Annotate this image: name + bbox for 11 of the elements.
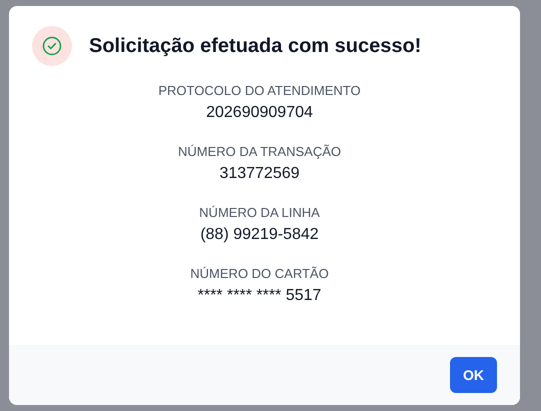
success-icon bbox=[32, 26, 72, 66]
field-value: **** **** **** 5517 bbox=[198, 286, 322, 306]
field-value: 202690909704 bbox=[206, 103, 313, 123]
field-value: (88) 99219-5842 bbox=[200, 225, 319, 245]
field-label: PROTOCOLO DO ATENDIMENTO bbox=[158, 82, 361, 100]
field-label: NÚMERO DO CARTÃO bbox=[190, 265, 329, 283]
field-label: NÚMERO DA LINHA bbox=[199, 204, 320, 222]
dialog-title: Solicitação efetuada com sucesso! bbox=[89, 34, 422, 59]
ok-button[interactable]: OK bbox=[450, 357, 497, 393]
field-value: 313772569 bbox=[219, 164, 300, 184]
field-label: NÚMERO DA TRANSAÇÃO bbox=[178, 143, 341, 161]
